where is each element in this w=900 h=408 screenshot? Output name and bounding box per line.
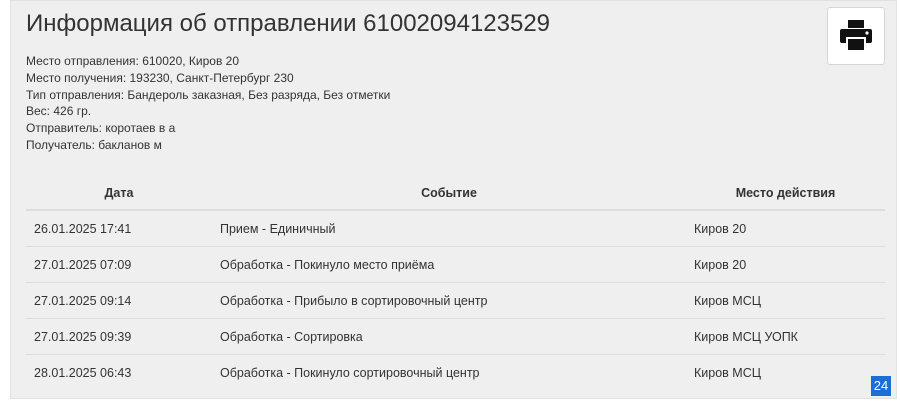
event-date: 27.01.2025 09:14	[26, 282, 212, 319]
table-row: 27.01.2025 09:14 Обработка - Прибыло в с…	[26, 282, 885, 319]
page-title: Информация об отправлении 61002094123529	[26, 10, 551, 37]
event-name: Прием - Единичный	[220, 221, 336, 236]
event-date: 27.01.2025 07:09	[26, 246, 212, 283]
event-date: 27.01.2025 09:39	[26, 318, 212, 355]
event-date: 28.01.2025 06:43	[26, 354, 212, 390]
column-header-date: Дата	[26, 176, 212, 211]
print-button[interactable]	[827, 7, 885, 65]
table-row: 26.01.2025 17:41 Прием - Единичный Киров…	[26, 210, 885, 247]
event-date: 26.01.2025 17:41	[34, 221, 132, 236]
column-header-location: Место действия	[686, 176, 885, 211]
page-number-badge: 24	[871, 376, 891, 396]
recipient-info: Получатель: бакланов м	[26, 137, 162, 152]
table-row: 27.01.2025 09:39 Обработка - Сортировка …	[26, 318, 885, 355]
table-header-row: Дата Событие Место действия	[26, 176, 885, 211]
destination-info: Место получения: 193230, Санкт-Петербург…	[26, 70, 294, 85]
shipment-details: Место отправления: 610020, Киров 20 Мест…	[26, 53, 390, 154]
event-location: Киров МСЦ	[686, 354, 885, 390]
table-row: 27.01.2025 07:09 Обработка - Покинуло ме…	[26, 246, 885, 283]
event-location: Киров 20	[694, 221, 747, 236]
shipment-info-panel: Информация об отправлении 61002094123529…	[10, 0, 897, 399]
weight-info: Вес: 426 гр.	[26, 104, 92, 119]
shipment-type-info: Тип отправления: Бандероль заказная, Без…	[26, 87, 391, 102]
event-location: Киров МСЦ	[686, 282, 885, 319]
event-location: Киров МСЦ УОПК	[686, 318, 885, 355]
event-name: Обработка - Сортировка	[212, 318, 686, 355]
table-row: 28.01.2025 06:43 Обработка - Покинуло со…	[26, 354, 885, 390]
tracking-events-table: Дата Событие Место действия 26.01.2025 1…	[26, 176, 885, 390]
print-icon	[839, 19, 873, 54]
event-name: Обработка - Покинуло сортировочный центр	[212, 354, 686, 390]
sender-info: Отправитель: коротаев в а	[26, 121, 176, 136]
event-name: Обработка - Покинуло место приёма	[212, 246, 686, 283]
event-name: Обработка - Прибыло в сортировочный цент…	[212, 282, 686, 319]
event-location: Киров 20	[686, 246, 885, 283]
column-header-event: Событие	[212, 176, 686, 211]
origin-info: Место отправления: 610020, Киров 20	[26, 54, 240, 68]
